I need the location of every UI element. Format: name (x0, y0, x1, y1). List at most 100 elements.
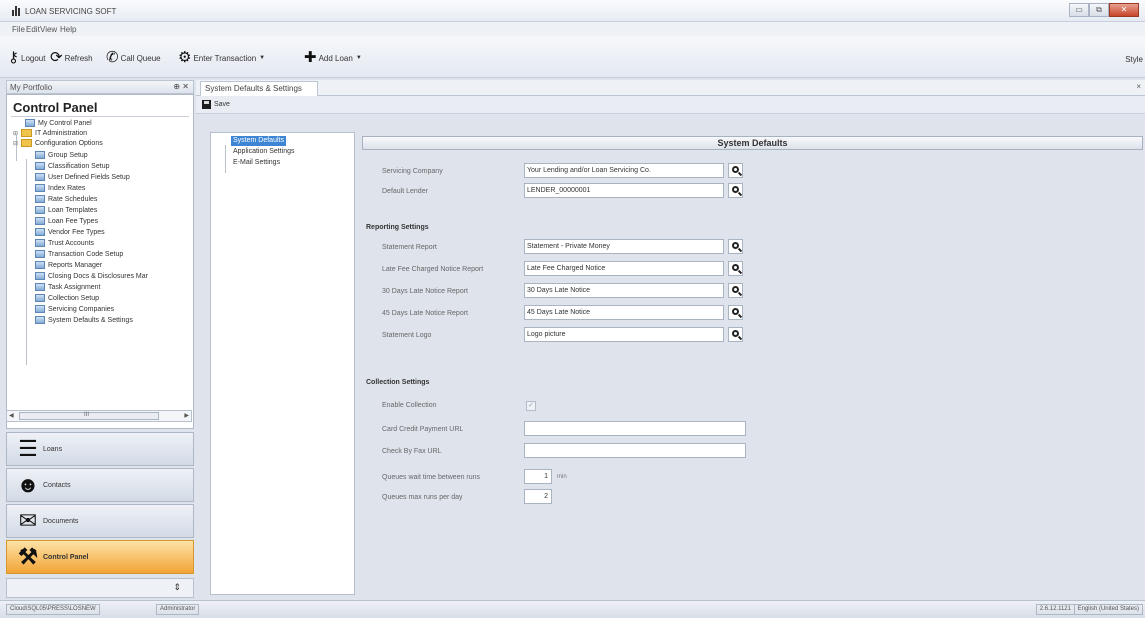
statement-report-lookup-button[interactable] (728, 239, 743, 254)
tree-item-my-control-panel[interactable]: My Control Panel (25, 118, 92, 128)
chevron-updown-icon[interactable]: ⇕ (173, 582, 181, 593)
tree-item-reports-manager[interactable]: Reports Manager (35, 260, 102, 270)
maximize-button[interactable]: ⧉ (1089, 3, 1109, 17)
nav-loans-button[interactable]: ☰ Loans (6, 432, 194, 466)
status-locale: English (United States) (1073, 604, 1143, 615)
collection-settings-title: Collection Settings (366, 379, 430, 386)
system-defaults-pane: System Defaults Servicing Company Your L… (360, 134, 1145, 600)
panel-icon (35, 294, 45, 302)
late-fee-notice-field[interactable]: Late Fee Charged Notice (524, 261, 724, 276)
list-item-application-settings[interactable]: Application Settings (231, 147, 296, 157)
scroll-right-icon[interactable]: ▶ (184, 412, 189, 419)
title-bar: LOAN SERVICING SOFT ▭ ⧉ ✕ (0, 0, 1145, 22)
tree-item-user-defined-fields-setup[interactable]: User Defined Fields Setup (35, 172, 130, 182)
tree-item-trust-accounts[interactable]: Trust Accounts (35, 238, 94, 248)
tree-item-vendor-fee-types[interactable]: Vendor Fee Types (35, 227, 105, 237)
thirty-days-notice-label: 30 Days Late Notice Report (382, 288, 468, 295)
reporting-settings-title: Reporting Settings (366, 224, 429, 231)
menu-bar: File Edit View Help (0, 22, 1145, 36)
check-by-fax-url-field[interactable] (524, 443, 746, 458)
panel-pin-close-icons[interactable]: ⊕ ✕ (173, 82, 189, 91)
minimize-button[interactable]: ▭ (1069, 3, 1089, 17)
forty-five-days-notice-lookup-button[interactable] (728, 305, 743, 320)
tree-item-system-defaults-settings[interactable]: System Defaults & Settings (35, 315, 133, 325)
menu-file[interactable]: File (12, 25, 25, 34)
default-lender-field[interactable]: LENDER_00000001 (524, 183, 724, 198)
nav-documents-button[interactable]: ✉ Documents (6, 504, 194, 538)
panel-icon (35, 272, 45, 280)
section-header: System Defaults (362, 136, 1143, 150)
servicing-company-label: Servicing Company (382, 168, 443, 175)
statement-report-field[interactable]: Statement - Private Money (524, 239, 724, 254)
panel-icon (35, 173, 45, 181)
style-menu[interactable]: Style (1125, 55, 1143, 64)
chevron-down-icon: ▼ (355, 55, 362, 61)
tab-system-defaults-settings[interactable]: System Defaults & Settings (200, 81, 318, 96)
tree-item-index-rates[interactable]: Index Rates (35, 183, 85, 193)
panel-icon (35, 283, 45, 291)
tree-item-closing-docs-disclosures[interactable]: Closing Docs & Disclosures Mar (35, 271, 148, 281)
save-button[interactable]: Save (202, 100, 230, 109)
menu-view[interactable]: View (40, 25, 57, 34)
menu-help[interactable]: Help (60, 25, 76, 34)
list-item-system-defaults[interactable]: System Defaults (231, 136, 286, 146)
card-credit-url-label: Card Credit Payment URL (382, 426, 464, 433)
portfolio-panel-title: My Portfolio (10, 83, 53, 92)
enable-collection-checkbox[interactable]: ✓ (526, 401, 536, 411)
queue-wait-time-field[interactable]: 1 (524, 469, 552, 484)
statement-logo-field[interactable]: Logo picture (524, 327, 724, 342)
tree-item-collection-setup[interactable]: Collection Setup (35, 293, 99, 303)
tree-item-servicing-companies[interactable]: Servicing Companies (35, 304, 114, 314)
statement-logo-lookup-button[interactable] (728, 327, 743, 342)
tree-item-loan-fee-types[interactable]: Loan Fee Types (35, 216, 98, 226)
default-lender-label: Default Lender (382, 188, 428, 195)
late-fee-notice-lookup-button[interactable] (728, 261, 743, 276)
portfolio-panel-header: My Portfolio ⊕ ✕ (6, 80, 194, 94)
enter-transaction-button[interactable]: ⚙ Enter Transaction ▼ (178, 50, 265, 66)
scroll-thumb[interactable]: III (19, 412, 159, 420)
tree-item-loan-templates[interactable]: Loan Templates (35, 205, 97, 215)
tree-connector (26, 159, 27, 365)
panel-icon (35, 195, 45, 203)
wrench-icon: ⚒ (18, 544, 38, 569)
key-icon: ⚷ (8, 49, 19, 66)
servicing-company-field[interactable]: Your Lending and/or Loan Servicing Co. (524, 163, 724, 178)
close-window-button[interactable]: ✕ (1109, 3, 1139, 17)
servicing-company-lookup-button[interactable] (728, 163, 743, 178)
collapse-icon[interactable]: ⊟ (13, 140, 19, 147)
card-credit-url-field[interactable] (524, 421, 746, 436)
refresh-button[interactable]: ⟳ Refresh (50, 50, 93, 66)
tree-horizontal-scrollbar[interactable]: ◀ III ▶ (6, 410, 192, 422)
tree-item-configuration-options[interactable]: ⊟ Configuration Options (13, 138, 103, 148)
default-lender-lookup-button[interactable] (728, 183, 743, 198)
panel-icon (35, 261, 45, 269)
add-loan-button[interactable]: ✚ Add Loan ▼ (304, 50, 362, 66)
queue-max-runs-field[interactable]: 2 (524, 489, 552, 504)
tree-item-rate-schedules[interactable]: Rate Schedules (35, 194, 97, 204)
list-item-email-settings[interactable]: E-Mail Settings (231, 158, 282, 168)
logout-button[interactable]: ⚷ Logout (8, 50, 45, 66)
forty-five-days-notice-label: 45 Days Late Notice Report (382, 310, 468, 317)
tree-item-it-administration[interactable]: ⊞ IT Administration (13, 128, 87, 138)
tree-item-transaction-code-setup[interactable]: Transaction Code Setup (35, 249, 123, 259)
thirty-days-notice-field[interactable]: 30 Days Late Notice (524, 283, 724, 298)
expand-icon[interactable]: ⊞ (13, 130, 19, 137)
nav-contacts-button[interactable]: ☻ Contacts (6, 468, 194, 502)
panel-icon (25, 119, 35, 127)
status-version: 2.6.12.1121 (1035, 604, 1075, 615)
call-queue-button[interactable]: ✆ Call Queue (106, 50, 161, 66)
tree-item-task-assignment[interactable]: Task Assignment (35, 282, 101, 292)
control-panel-title: Control Panel (13, 100, 98, 115)
menu-edit[interactable]: Edit (26, 25, 40, 34)
tree-item-classification-setup[interactable]: Classification Setup (35, 161, 109, 171)
nav-control-panel-button[interactable]: ⚒ Control Panel (6, 540, 194, 574)
thirty-days-notice-lookup-button[interactable] (728, 283, 743, 298)
panel-icon (35, 305, 45, 313)
window-controls: ▭ ⧉ ✕ (1069, 3, 1139, 17)
scroll-left-icon[interactable]: ◀ (9, 412, 14, 419)
forty-five-days-notice-field[interactable]: 45 Days Late Notice (524, 305, 724, 320)
close-tab-icon[interactable]: × (1136, 82, 1141, 91)
tree-item-group-setup[interactable]: Group Setup (35, 150, 88, 160)
queue-wait-time-label: Queues wait time between runs (382, 474, 481, 481)
panel-icon (35, 184, 45, 192)
